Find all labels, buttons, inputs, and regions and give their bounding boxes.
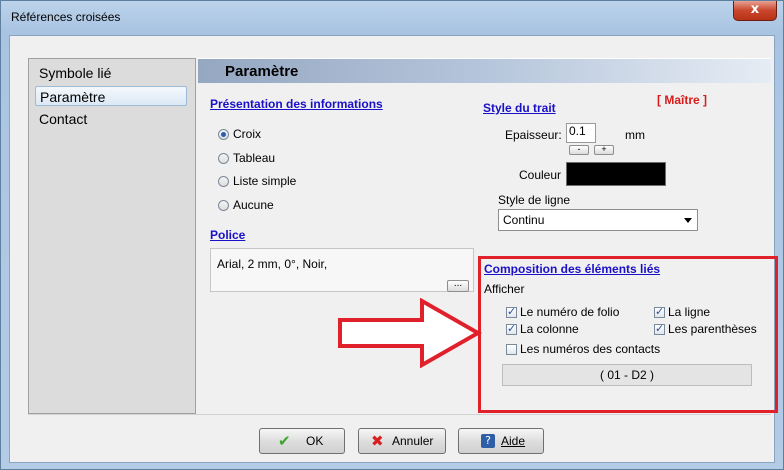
thickness-unit: mm [625, 128, 645, 142]
style-trait-section-title: Style du trait [483, 101, 556, 115]
thickness-input[interactable]: 0.1 [566, 123, 596, 143]
police-section-title: Police [210, 228, 246, 242]
sidebar: Symbole lié Paramètre Contact [28, 58, 196, 414]
radio-aucune[interactable]: Aucune [218, 198, 274, 214]
thickness-value: 0.1 [569, 124, 586, 138]
red-x-icon: ✖ [371, 432, 384, 450]
close-button[interactable]: x [733, 1, 777, 21]
radio-icon[interactable] [218, 153, 229, 164]
radio-checked-icon[interactable] [218, 129, 229, 140]
line-style-value: Continu [503, 213, 545, 227]
sidebar-item-label: Symbole lié [39, 65, 112, 81]
footer-divider [28, 414, 771, 415]
radio-label: Tableau [233, 151, 276, 165]
radio-label: Aucune [233, 198, 274, 212]
chevron-down-icon [684, 218, 692, 223]
thickness-label: Epaisseur: [505, 128, 562, 142]
close-icon: x [750, 2, 760, 17]
font-description: Arial, 2 mm, 0°, Noir, [217, 257, 328, 271]
ok-button-label: OK [306, 434, 324, 448]
color-label: Couleur [519, 168, 562, 182]
radio-tableau[interactable]: Tableau [218, 151, 275, 167]
presentation-section-title: Présentation des informations [210, 97, 383, 111]
font-description-box: Arial, 2 mm, 0°, Noir, [210, 248, 474, 292]
page-title: Paramètre [225, 63, 299, 80]
ellipsis-icon: ... [453, 278, 463, 289]
radio-croix[interactable]: Croix [218, 127, 261, 143]
font-browse-button[interactable]: ... [447, 278, 469, 292]
master-badge: [ Maître ] [657, 93, 708, 107]
sidebar-item-symbole-lie[interactable]: Symbole lié [35, 63, 187, 83]
thickness-increase-button[interactable]: + [594, 145, 614, 155]
help-button[interactable]: ? Aide [458, 428, 544, 454]
checkmark-icon: ✔ [278, 432, 291, 450]
sidebar-item-label: Contact [39, 111, 88, 127]
cancel-button-label: Annuler [392, 434, 434, 448]
cancel-button[interactable]: ✖ Annuler [358, 428, 446, 454]
radio-icon[interactable] [218, 176, 229, 187]
plus-icon: + [601, 144, 607, 154]
title-bar[interactable]: Références croisées x [1, 1, 783, 35]
radio-label: Croix [233, 127, 262, 141]
radio-icon[interactable] [218, 200, 229, 211]
help-button-label: Aide [501, 434, 526, 448]
help-icon: ? [481, 434, 495, 448]
thickness-decrease-button[interactable]: - [569, 145, 589, 155]
red-arrow-icon [338, 298, 482, 368]
window-title: Références croisées [11, 10, 121, 24]
minus-icon: - [577, 144, 581, 154]
line-style-label: Style de ligne [498, 193, 571, 207]
page-header: Paramètre [198, 58, 771, 83]
sidebar-item-parametre[interactable]: Paramètre [35, 86, 187, 106]
highlight-frame [478, 256, 778, 413]
sidebar-item-contact[interactable]: Contact [35, 109, 187, 129]
ok-button[interactable]: ✔ OK [259, 428, 345, 454]
line-style-select[interactable]: Continu [498, 209, 698, 231]
sidebar-item-label: Paramètre [40, 89, 106, 105]
radio-label: Liste simple [233, 174, 297, 188]
color-swatch[interactable] [566, 162, 666, 186]
radio-liste-simple[interactable]: Liste simple [218, 174, 296, 190]
